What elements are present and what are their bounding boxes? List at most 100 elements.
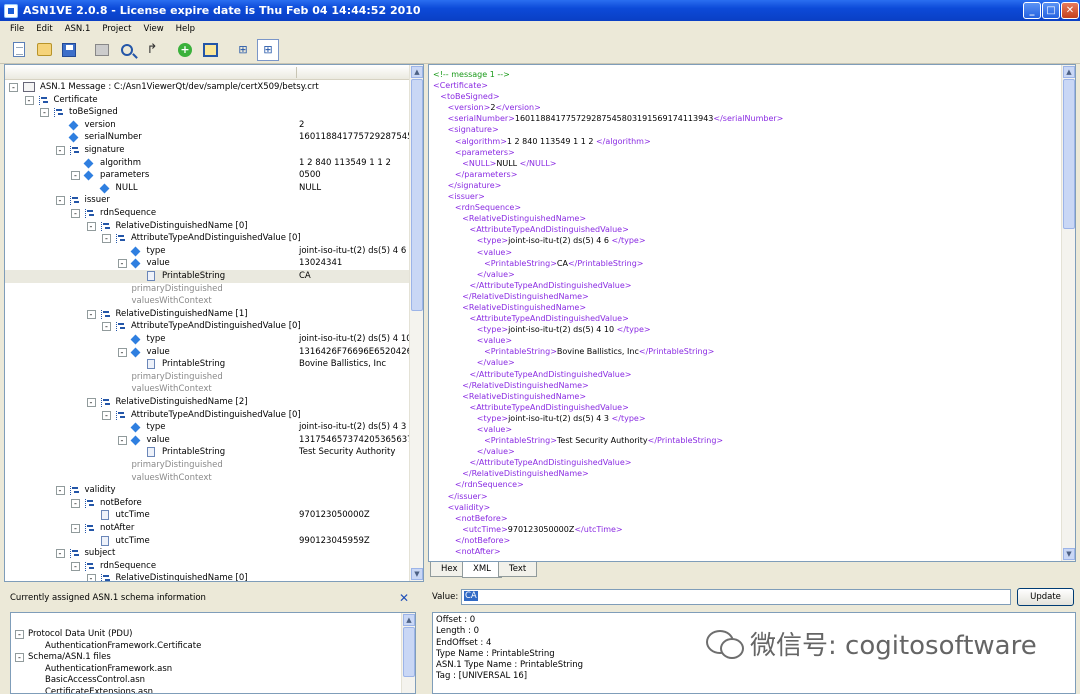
tree-row[interactable]: PrintableString Bovine Ballistics, Inc: [5, 358, 409, 371]
collapse-toggle-icon[interactable]: -: [86, 309, 96, 319]
tree-row[interactable]: serialNumber 160118841775729287545...: [5, 131, 409, 144]
update-button[interactable]: Update: [1017, 588, 1074, 606]
tree-row[interactable]: - notBefore: [5, 497, 409, 510]
tree-row[interactable]: - value 13024341: [5, 257, 409, 270]
tree-row[interactable]: - toBeSigned: [5, 106, 409, 119]
tree-row[interactable]: primaryDistinguished: [5, 283, 409, 296]
tree-row[interactable]: - RelativeDistinguishedName [0]: [5, 220, 409, 233]
scroll-down-arrow-icon[interactable]: ▼: [411, 568, 423, 580]
collapse-toggle-icon[interactable]: -: [24, 95, 34, 105]
collapse-toggle-icon[interactable]: -: [117, 347, 127, 357]
tree-row[interactable]: - AttributeTypeAndDistinguishedValue [0]: [5, 320, 409, 333]
minimize-button[interactable]: _: [1023, 2, 1041, 19]
tree-row[interactable]: - subject: [5, 547, 409, 560]
collapse-toggle-icon[interactable]: -: [40, 108, 49, 118]
tree-row[interactable]: valuesWithContext: [5, 383, 409, 396]
tree-row[interactable]: NULL NULL: [5, 182, 409, 195]
tree-row[interactable]: PrintableString Test Security Authority: [5, 446, 409, 459]
collapse-toggle-icon[interactable]: -: [9, 83, 18, 92]
tree-view-button[interactable]: ⊞: [232, 39, 254, 61]
schema-vertical-scrollbar[interactable]: ▲: [401, 613, 415, 693]
tree-row[interactable]: - validity: [5, 484, 409, 497]
tree-row[interactable]: - RelativeDistinguishedName [0]: [5, 572, 409, 581]
collapse-toggle-icon[interactable]: -: [102, 410, 111, 420]
tree-row[interactable]: - AttributeTypeAndDistinguishedValue [0]: [5, 232, 409, 245]
collapse-toggle-icon[interactable]: -: [71, 561, 80, 571]
tree-row[interactable]: - rdnSequence: [5, 207, 409, 220]
asn1-tree[interactable]: - ASN.1 Message : C:/Asn1ViewerQt/dev/sam…: [5, 80, 409, 581]
tree-row[interactable]: - issuer: [5, 194, 409, 207]
collapse-toggle-icon[interactable]: -: [55, 196, 65, 206]
collapse-toggle-icon[interactable]: -: [117, 259, 127, 269]
tree-row[interactable]: version 2: [5, 119, 409, 132]
tree-row[interactable]: - RelativeDistinguishedName [2]: [5, 396, 409, 409]
maximize-button[interactable]: □: [1042, 2, 1060, 19]
tree-row[interactable]: primaryDistinguished: [5, 459, 409, 472]
tree-vertical-scrollbar[interactable]: ▲ ▼: [409, 65, 423, 581]
tree-row[interactable]: utcTime 970123050000Z: [5, 509, 409, 522]
collapse-toggle-icon[interactable]: -: [71, 498, 80, 508]
tree-row[interactable]: - ASN.1 Message : C:/Asn1ViewerQt/dev/sam…: [5, 81, 409, 94]
add-schema-button[interactable]: +: [174, 39, 196, 61]
close-button[interactable]: ✕: [1061, 2, 1079, 19]
new-document-button[interactable]: [8, 39, 30, 61]
collapse-toggle-icon[interactable]: -: [55, 486, 65, 496]
print-button[interactable]: [91, 39, 113, 61]
menu-asn1[interactable]: ASN.1: [59, 24, 97, 34]
save-button[interactable]: [58, 39, 80, 61]
tree-row[interactable]: - notAfter: [5, 522, 409, 535]
close-icon[interactable]: ✕: [399, 590, 409, 606]
xml-text[interactable]: <!-- message 1 --> <Certificate> <toBeSign…: [433, 69, 1063, 559]
tree-row[interactable]: primaryDistinguished: [5, 371, 409, 384]
collapse-toggle-icon[interactable]: -: [15, 630, 24, 639]
scroll-up-arrow-icon[interactable]: ▲: [411, 66, 423, 78]
tree-row[interactable]: type joint-iso-itu-t(2) ds(5) 4 6: [5, 245, 409, 258]
schema-info-tree[interactable]: - Protocol Data Unit (PDU) AuthenticationF…: [10, 612, 416, 694]
tree-row[interactable]: utcTime 990123045959Z: [5, 535, 409, 548]
tree-row[interactable]: valuesWithContext: [5, 295, 409, 308]
collapse-toggle-icon[interactable]: -: [102, 322, 111, 332]
menu-view[interactable]: View: [137, 24, 169, 34]
value-input[interactable]: CA: [461, 589, 1011, 605]
tree-row[interactable]: type joint-iso-itu-t(2) ds(5) 4 3: [5, 421, 409, 434]
collapse-toggle-icon[interactable]: -: [71, 524, 80, 533]
open-button[interactable]: [33, 39, 55, 61]
tree-row[interactable]: - value 1316426F76696E6520426...: [5, 346, 409, 359]
tree-row[interactable]: type joint-iso-itu-t(2) ds(5) 4 10: [5, 333, 409, 346]
menu-help[interactable]: Help: [170, 24, 201, 34]
menu-file[interactable]: File: [4, 24, 30, 34]
xml-vertical-scrollbar[interactable]: ▲ ▼: [1061, 65, 1075, 561]
tree-row[interactable]: - Certificate: [5, 94, 409, 107]
tree-row[interactable]: - value 131754657374205365637...: [5, 434, 409, 447]
scroll-up-arrow-icon[interactable]: ▲: [1063, 66, 1075, 78]
tab-xml[interactable]: XML: [462, 562, 502, 578]
scroll-thumb[interactable]: [411, 79, 423, 311]
tree-expand-button[interactable]: ⊞: [257, 38, 279, 61]
collapse-toggle-icon[interactable]: -: [71, 171, 80, 181]
tree-row[interactable]: - AttributeTypeAndDistinguishedValue [0]: [5, 409, 409, 422]
menu-project[interactable]: Project: [96, 24, 137, 34]
collapse-toggle-icon[interactable]: -: [55, 549, 65, 559]
frame-button[interactable]: [199, 39, 221, 61]
collapse-toggle-icon[interactable]: -: [71, 209, 80, 218]
menu-edit[interactable]: Edit: [30, 24, 58, 34]
tree-row[interactable]: - RelativeDistinguishedName [1]: [5, 308, 409, 321]
collapse-toggle-icon[interactable]: -: [55, 146, 65, 155]
tree-row[interactable]: - signature: [5, 144, 409, 157]
find-button[interactable]: [116, 39, 138, 61]
collapse-toggle-icon[interactable]: -: [102, 234, 111, 244]
collapse-toggle-icon[interactable]: -: [117, 435, 127, 445]
tree-row[interactable]: algorithm 1 2 840 113549 1 1 2: [5, 157, 409, 170]
scroll-down-arrow-icon[interactable]: ▼: [1063, 548, 1075, 560]
tree-row[interactable]: - rdnSequence: [5, 560, 409, 573]
goto-button[interactable]: ↱: [141, 39, 163, 61]
scroll-thumb[interactable]: [403, 627, 415, 677]
scroll-thumb[interactable]: [1063, 79, 1075, 229]
tree-row[interactable]: - parameters 0500: [5, 169, 409, 182]
tree-row[interactable]: PrintableString CA: [5, 270, 409, 283]
scroll-up-arrow-icon[interactable]: ▲: [403, 614, 415, 626]
tree-row[interactable]: valuesWithContext: [5, 472, 409, 485]
collapse-toggle-icon[interactable]: -: [86, 221, 96, 231]
collapse-toggle-icon[interactable]: -: [86, 574, 96, 581]
tab-text[interactable]: Text: [498, 562, 538, 577]
